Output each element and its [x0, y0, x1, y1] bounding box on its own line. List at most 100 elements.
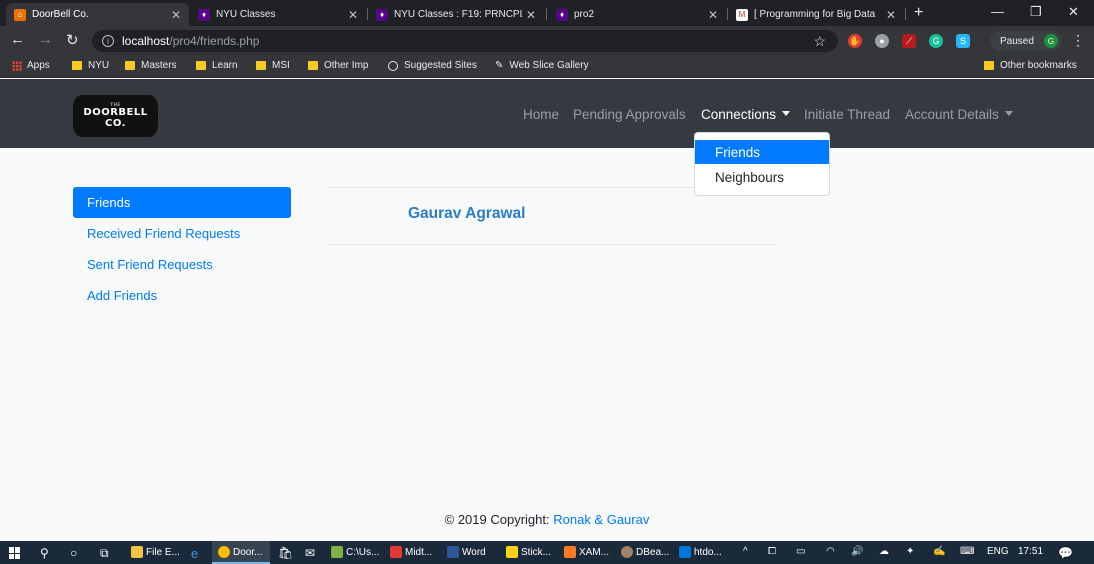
sidebar-item-add-friends[interactable]: Add Friends	[73, 280, 291, 311]
web-slice-icon: ✎	[495, 60, 504, 71]
bookmark-masters[interactable]: Masters	[125, 60, 177, 71]
pdf-icon	[390, 546, 402, 558]
notepad-icon	[331, 546, 343, 558]
adblock-extension-icon[interactable]: ✋	[848, 34, 862, 48]
store-icon[interactable]: 🛍	[278, 546, 293, 560]
bookmark-msi[interactable]: MSI	[256, 60, 290, 71]
clock[interactable]: 17:51	[1018, 546, 1043, 557]
taskbar-cmd[interactable]: C:\Us...	[331, 546, 379, 558]
profile-button[interactable]: Paused G	[990, 31, 1062, 51]
back-arrow-icon[interactable]: ←	[10, 31, 25, 48]
taskbar-word[interactable]: Word	[447, 546, 486, 558]
taskbar-vscode[interactable]: htdo...	[679, 546, 722, 558]
taskbar-label: XAM...	[579, 546, 610, 558]
mail-icon[interactable]: ✉	[305, 546, 315, 560]
close-tab-icon[interactable]: ✕	[348, 8, 358, 22]
bookmark-other-imp[interactable]: Other Imp	[308, 60, 368, 71]
close-tab-icon[interactable]: ✕	[708, 8, 718, 22]
task-view-icon[interactable]: ⧉	[100, 546, 109, 561]
globe-icon	[388, 60, 398, 71]
nav-home[interactable]: Home	[523, 107, 559, 122]
taskbar-sticky-notes[interactable]: Stick...	[506, 546, 551, 558]
dropdown-item-friends[interactable]: Friends	[695, 140, 829, 164]
close-tab-icon[interactable]: ✕	[886, 8, 896, 22]
new-tab-icon[interactable]: +	[914, 4, 923, 22]
restore-window-icon[interactable]: ❐	[1030, 4, 1042, 20]
address-bar[interactable]: i localhost/pro4/friends.php ☆	[92, 30, 838, 52]
taskbar-pdf[interactable]: Midt...	[390, 546, 432, 558]
nav-connections[interactable]: Connections	[701, 107, 791, 122]
taskbar-label: C:\Us...	[346, 546, 380, 558]
bookmarks-bar: Apps NYU Masters Learn MSI Other Imp Sug…	[0, 56, 1094, 78]
bookmark-learn[interactable]: Learn	[196, 60, 238, 71]
bookmark-nyu[interactable]: NYU	[72, 60, 109, 71]
profile-avatar: G	[1044, 34, 1058, 48]
sticky-notes-icon	[506, 546, 518, 558]
folder-icon	[196, 61, 206, 70]
volume-icon[interactable]: 🔊	[851, 546, 863, 557]
close-window-icon[interactable]: ✕	[1068, 4, 1079, 20]
folder-icon	[984, 61, 994, 70]
reload-icon[interactable]: ↻	[66, 31, 79, 49]
footer-authors-link[interactable]: Ronak & Gaurav	[553, 512, 649, 527]
nav-initiate-thread[interactable]: Initiate Thread	[804, 107, 890, 122]
show-hidden-icons-icon[interactable]: ^	[743, 546, 748, 557]
pdf-extension-icon[interactable]: ⟋	[902, 34, 916, 48]
connections-dropdown: Friends Neighbours	[694, 132, 830, 196]
onedrive-icon[interactable]: ☁	[879, 546, 889, 557]
language-indicator[interactable]: ENG	[987, 546, 1009, 557]
close-tab-icon[interactable]: ✕	[526, 8, 536, 22]
doorbell-logo[interactable]: THE DOORBELL CO.	[73, 95, 158, 137]
wifi-icon[interactable]: ◠	[826, 546, 835, 557]
bookmark-suggested-sites[interactable]: Suggested Sites	[388, 60, 477, 71]
browser-tab-gmail[interactable]: M [ Programming for Big Data ✕	[728, 3, 904, 26]
nav-pending-approvals[interactable]: Pending Approvals	[573, 107, 686, 122]
nyu-torch-favicon-icon: ♦	[556, 8, 568, 21]
sidebar-item-received-requests[interactable]: Received Friend Requests	[73, 218, 291, 249]
forward-arrow-icon[interactable]: →	[38, 31, 53, 48]
taskbar-chrome[interactable]: Door...	[218, 546, 262, 558]
bookmark-apps[interactable]: Apps	[12, 60, 50, 71]
browser-tab-nyu-prncpl[interactable]: ♦ NYU Classes : F19: PRNCPL ✕	[368, 3, 544, 26]
taskbar-xampp[interactable]: XAM...	[564, 546, 609, 558]
bookmark-web-slice-gallery[interactable]: ✎ Web Slice Gallery	[495, 60, 589, 71]
dropbox-icon[interactable]: ✦	[906, 546, 914, 557]
close-tab-icon[interactable]: ✕	[171, 8, 181, 22]
chrome-icon	[218, 546, 230, 558]
browser-tab-doorbell[interactable]: ⌂ DoorBell Co. ✕	[6, 3, 189, 26]
edge-icon[interactable]: e	[191, 546, 198, 561]
sidebar-item-sent-requests[interactable]: Sent Friend Requests	[73, 249, 291, 280]
s-extension-icon[interactable]: S	[956, 34, 970, 48]
snip-icon[interactable]: ⧠	[768, 546, 776, 557]
taskbar-dbeaver[interactable]: DBea...	[621, 546, 669, 558]
bookmark-other-bookmarks[interactable]: Other bookmarks	[984, 60, 1077, 71]
nav-account-details-label: Account Details	[905, 107, 999, 122]
taskbar-file-explorer[interactable]: File E...	[131, 546, 180, 558]
bookmark-label: Masters	[141, 60, 177, 71]
battery-icon[interactable]: ▭	[796, 546, 805, 557]
browser-menu-icon[interactable]: ⋮	[1071, 32, 1085, 49]
caret-down-icon	[782, 111, 791, 116]
grammarly-extension-icon[interactable]: G	[929, 34, 943, 48]
footer-copyright: © 2019 Copyright:	[444, 512, 554, 527]
minimize-window-icon[interactable]: —	[991, 4, 1004, 19]
taskbar-label: htdo...	[694, 546, 722, 558]
browser-tab-pro2[interactable]: ♦ pro2 ✕	[548, 3, 726, 26]
windows-start-icon[interactable]	[9, 547, 21, 559]
nav-account-details[interactable]: Account Details	[905, 107, 1013, 122]
notifications-icon[interactable]: 💬	[1058, 546, 1073, 560]
search-icon[interactable]: ⚲	[40, 546, 49, 560]
cortana-icon[interactable]: ○	[70, 546, 77, 560]
record-extension-icon[interactable]: ●	[875, 34, 889, 48]
folder-icon	[125, 61, 135, 70]
browser-tab-nyu-classes[interactable]: ♦ NYU Classes ✕	[190, 3, 366, 26]
site-info-icon[interactable]: i	[102, 35, 114, 47]
friend-name[interactable]: Gaurav Agrawal	[408, 205, 525, 223]
sidebar-item-friends[interactable]: Friends	[73, 187, 291, 218]
bookmark-star-icon[interactable]: ☆	[813, 33, 826, 50]
nyu-torch-favicon-icon: ♦	[376, 8, 388, 21]
touch-keyboard-icon[interactable]: ⌨	[960, 546, 974, 557]
page-footer: © 2019 Copyright: Ronak & Gaurav	[0, 512, 1094, 527]
dropdown-item-neighbours[interactable]: Neighbours	[695, 165, 829, 189]
pen-icon[interactable]: ✍	[933, 546, 945, 557]
